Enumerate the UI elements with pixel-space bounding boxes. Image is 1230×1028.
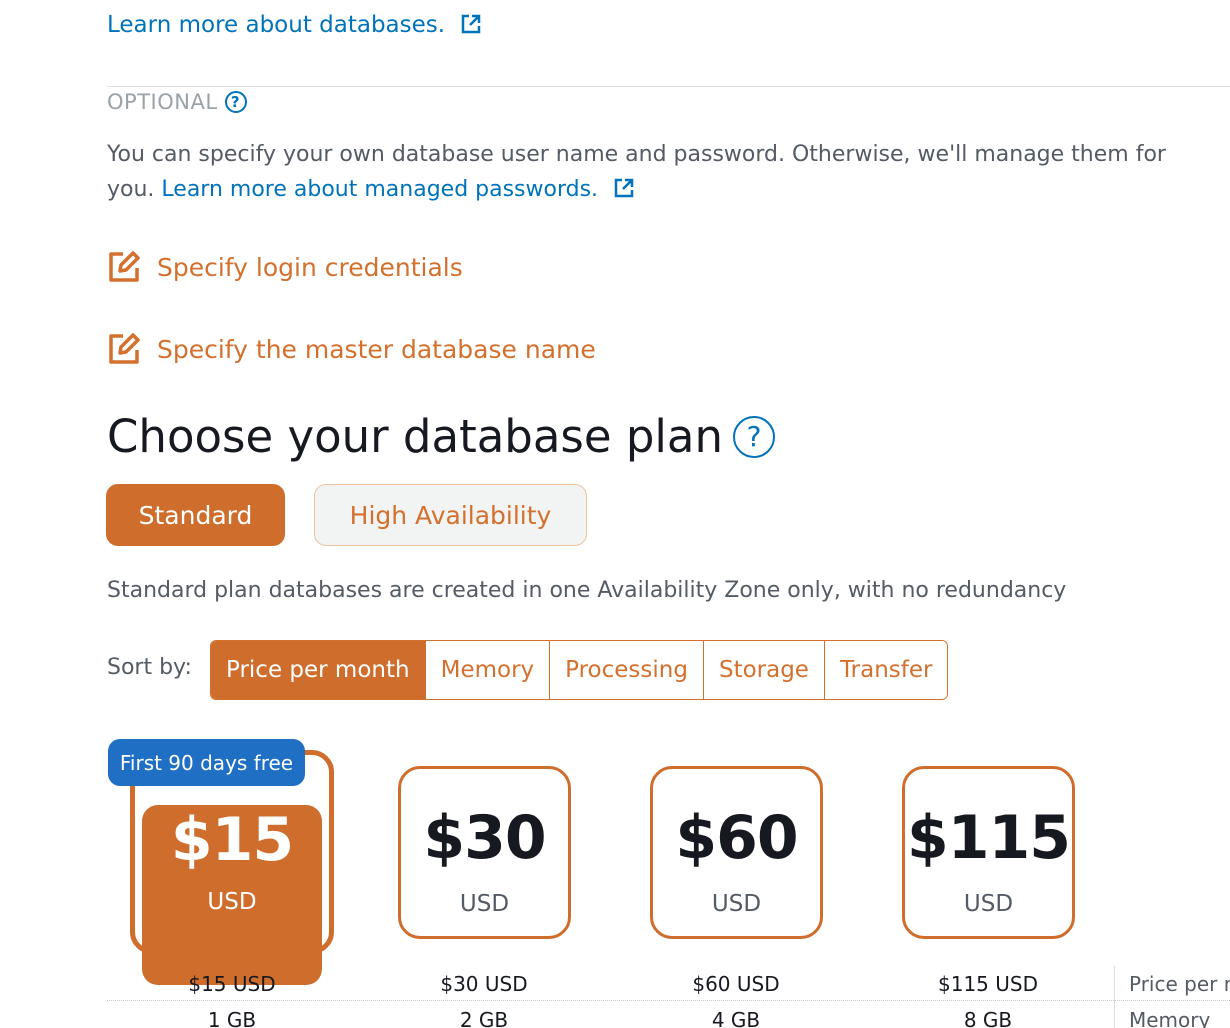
help-icon[interactable]: ? bbox=[224, 91, 247, 113]
learn-more-databases-label: Learn more about databases. bbox=[107, 12, 446, 38]
learn-more-passwords-link[interactable]: Learn more about managed passwords. bbox=[161, 177, 635, 202]
specify-master-db-name-label: Specify the master database name bbox=[157, 334, 596, 364]
page: Learn more about databases. OPTIONAL ? Y… bbox=[0, 0, 1230, 1028]
specify-master-db-name-link[interactable]: Specify the master database name bbox=[107, 332, 596, 366]
bundle-price: $60 bbox=[675, 803, 798, 873]
sort-processing[interactable]: Processing bbox=[549, 641, 703, 699]
help-icon[interactable]: ? bbox=[733, 415, 776, 458]
learn-more-passwords-label: Learn more about managed passwords. bbox=[161, 177, 599, 202]
optional-heading: OPTIONAL ? bbox=[107, 90, 247, 114]
sort-transfer[interactable]: Transfer bbox=[823, 641, 948, 699]
plan-high-availability-button[interactable]: High Availability bbox=[314, 484, 587, 546]
spec-price-value: $115 USD bbox=[938, 972, 1038, 996]
optional-label: OPTIONAL bbox=[107, 90, 218, 114]
edit-icon bbox=[109, 333, 140, 364]
bundle-card-60[interactable]: $60 USD bbox=[650, 766, 823, 939]
spec-memory-label: Memory bbox=[1129, 1008, 1211, 1028]
edit-icon bbox=[109, 251, 140, 282]
external-link-icon bbox=[462, 14, 481, 34]
bundle-currency: USD bbox=[207, 889, 257, 915]
sort-by-label: Sort by: bbox=[107, 655, 192, 680]
bundle-currency: USD bbox=[711, 891, 762, 917]
spec-price-value: $30 USD bbox=[440, 972, 528, 996]
specify-login-credentials-link[interactable]: Specify login credentials bbox=[107, 250, 463, 284]
spec-memory-value: 4 GB bbox=[711, 1008, 761, 1028]
bundle-card-30[interactable]: $30 USD bbox=[398, 766, 571, 939]
bundle-currency: USD bbox=[963, 891, 1014, 917]
bundle-card-115[interactable]: $115 USD bbox=[902, 766, 1075, 939]
specify-login-credentials-label: Specify login credentials bbox=[157, 252, 463, 282]
plan-title: Choose your database plan bbox=[107, 410, 724, 463]
plan-description: Standard plan databases are created in o… bbox=[107, 578, 1067, 603]
section-divider bbox=[107, 86, 1230, 87]
bundle-price: $15 bbox=[170, 805, 294, 875]
sort-segmented-control: Price per month Memory Processing Storag… bbox=[210, 640, 949, 700]
sort-storage[interactable]: Storage bbox=[702, 641, 824, 699]
bundle-price: $115 bbox=[907, 803, 1071, 873]
free-trial-badge: First 90 days free bbox=[108, 739, 305, 786]
spec-column-divider bbox=[1114, 966, 1115, 1028]
sort-price-per-month[interactable]: Price per month bbox=[211, 641, 425, 699]
credentials-description: You can specify your own database user n… bbox=[107, 137, 1187, 207]
spec-row-divider bbox=[107, 1000, 1230, 1001]
bundle-price: $30 bbox=[423, 803, 546, 873]
spec-memory-value: 2 GB bbox=[459, 1008, 509, 1028]
learn-more-databases-link[interactable]: Learn more about databases. bbox=[107, 12, 482, 38]
spec-price-value: $60 USD bbox=[692, 972, 780, 996]
plan-standard-button[interactable]: Standard bbox=[106, 484, 285, 546]
spec-memory-value: 8 GB bbox=[963, 1008, 1013, 1028]
spec-price-value: $15 USD bbox=[188, 972, 276, 996]
sort-memory[interactable]: Memory bbox=[424, 641, 550, 699]
bundle-currency: USD bbox=[459, 891, 510, 917]
spec-memory-value: 1 GB bbox=[207, 1008, 257, 1028]
external-link-icon bbox=[614, 178, 634, 198]
plan-heading: Choose your database plan ? bbox=[107, 410, 776, 463]
spec-price-label: Price per m bbox=[1129, 972, 1230, 996]
bundle-card-fill: $15 USD bbox=[142, 805, 322, 985]
